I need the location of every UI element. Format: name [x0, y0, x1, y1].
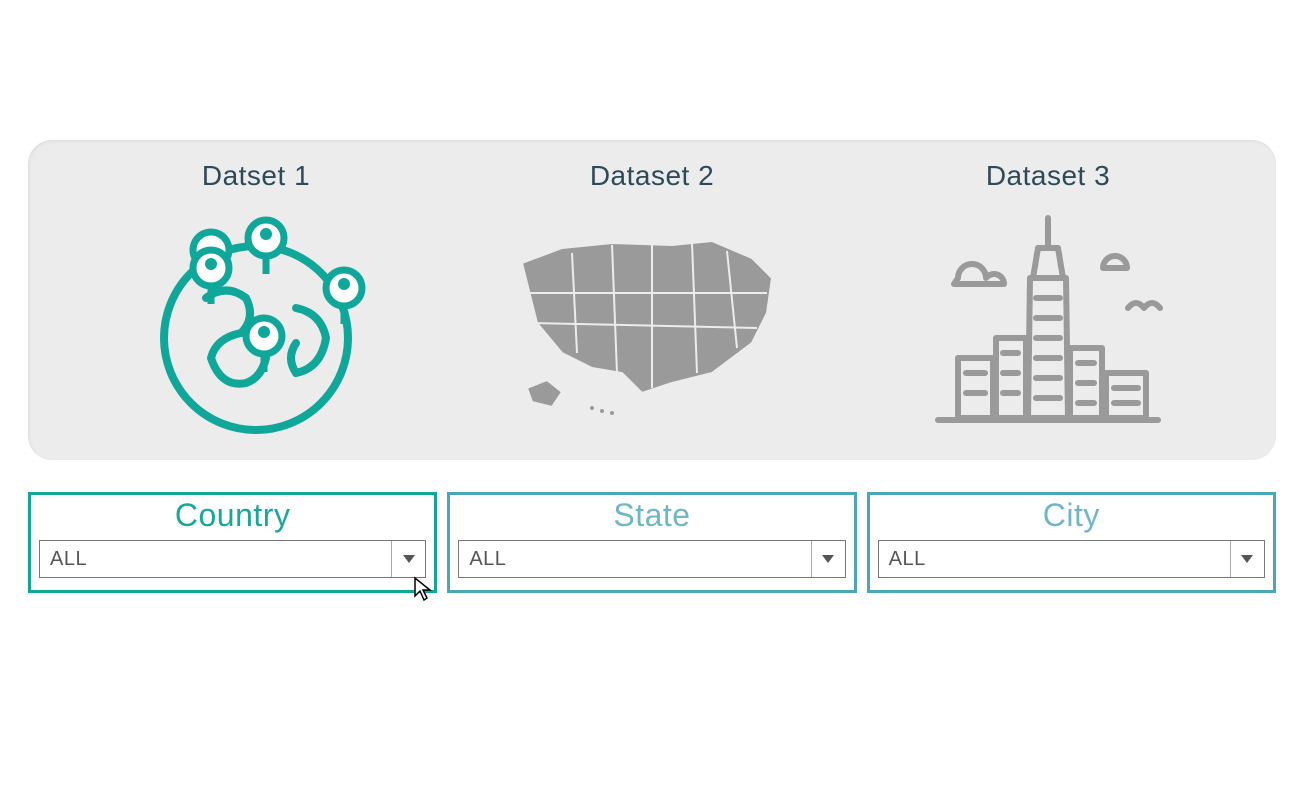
chevron-down-icon	[391, 541, 425, 577]
country-dropdown-value: ALL	[40, 541, 391, 577]
city-dropdown-value: ALL	[879, 541, 1230, 577]
usa-map-icon	[502, 208, 802, 438]
filters-row: Country ALL State ALL City ALL	[28, 492, 1276, 593]
chevron-down-icon	[1230, 541, 1264, 577]
state-dropdown-value: ALL	[459, 541, 810, 577]
chevron-down-icon	[811, 541, 845, 577]
state-dropdown[interactable]: ALL	[458, 540, 845, 578]
filter-country-label: Country	[175, 497, 291, 534]
dataset-1-title: Datset 1	[202, 160, 310, 192]
filter-country: Country ALL	[28, 492, 437, 593]
filter-state-label: State	[613, 497, 690, 534]
filter-city-label: City	[1043, 497, 1100, 534]
dataset-1-card[interactable]: Datset 1	[58, 160, 454, 438]
city-dropdown[interactable]: ALL	[878, 540, 1265, 578]
dataset-2-card[interactable]: Dataset 2	[454, 160, 850, 438]
country-dropdown[interactable]: ALL	[39, 540, 426, 578]
city-skyline-icon	[918, 208, 1178, 438]
globe-pins-icon	[146, 208, 366, 438]
filter-state: State ALL	[447, 492, 856, 593]
datasets-panel: Datset 1	[28, 140, 1276, 460]
dataset-3-card[interactable]: Dataset 3	[850, 160, 1246, 438]
dataset-2-title: Dataset 2	[590, 160, 714, 192]
dataset-3-title: Dataset 3	[986, 160, 1110, 192]
filter-city: City ALL	[867, 492, 1276, 593]
